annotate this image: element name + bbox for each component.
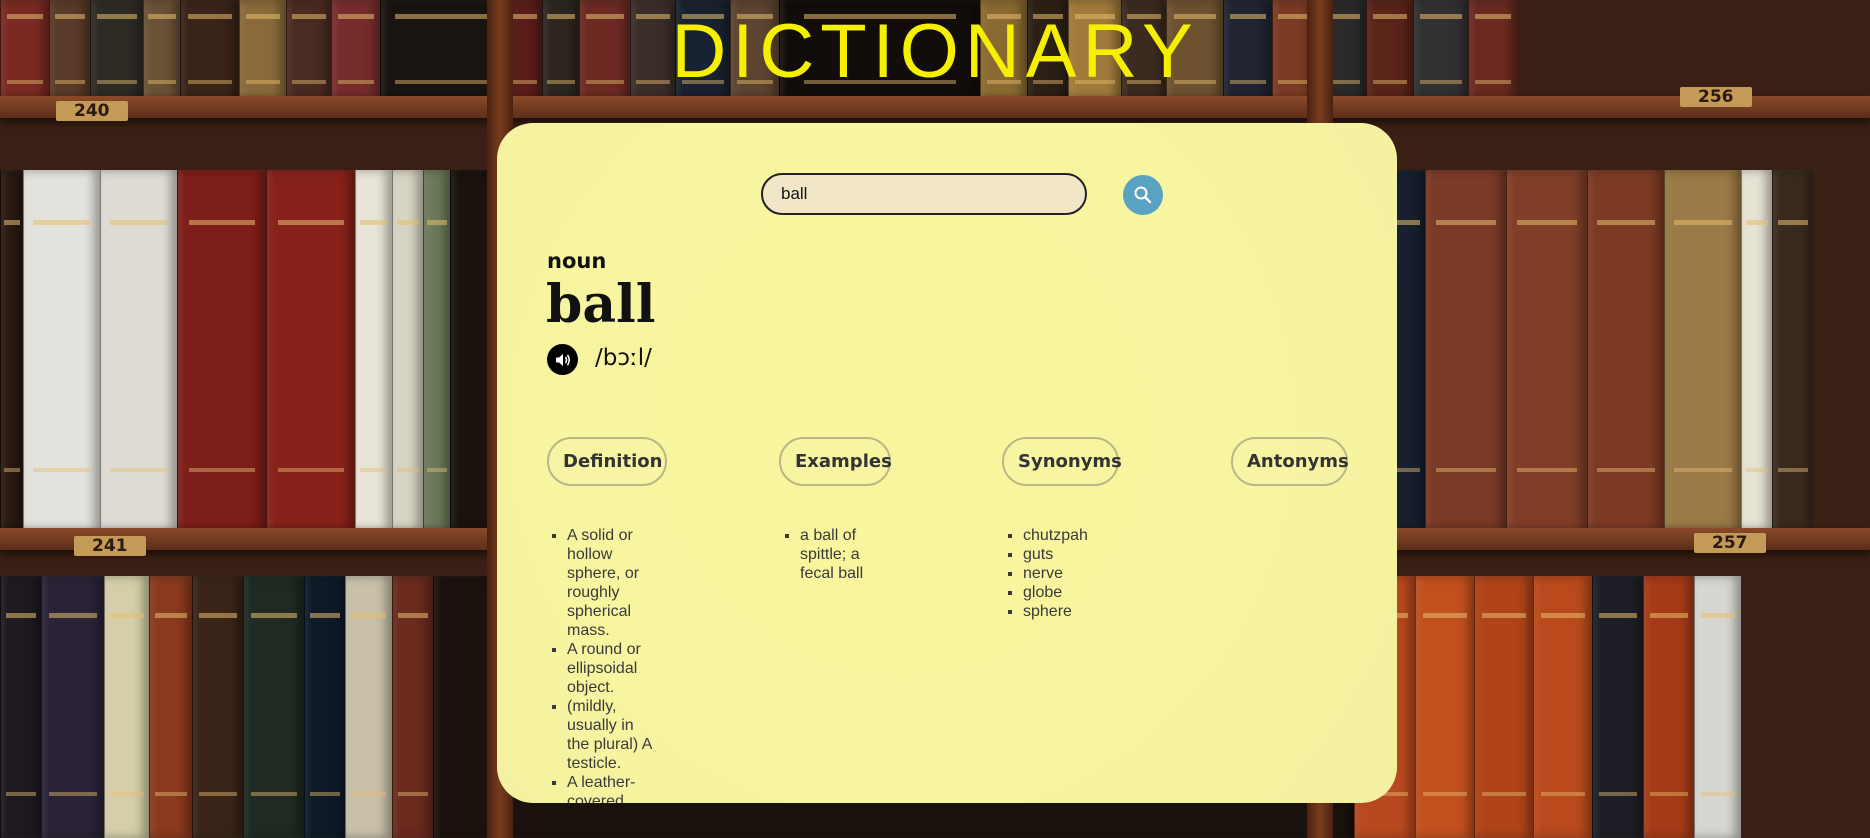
dictionary-card: noun ball /bɔːl/ Definition Examples Syn…	[497, 123, 1397, 803]
shelf-board-top	[0, 96, 1870, 118]
app-title: DICTIONARY	[671, 9, 1199, 94]
tab-examples[interactable]: Examples	[779, 437, 892, 486]
part-of-speech: noun	[547, 249, 607, 273]
phonetic-text: /bɔːl/	[595, 345, 652, 371]
shelf-label: 241	[74, 536, 146, 556]
list-item: a ball of spittle; a fecal ball	[800, 526, 888, 583]
synonyms-list: chutzpah guts nerve globe sphere	[1003, 526, 1143, 621]
list-item: chutzpah	[1023, 526, 1143, 545]
tab-definition[interactable]: Definition	[547, 437, 667, 486]
list-item: globe	[1023, 583, 1143, 602]
list-item: A leather-covered	[567, 773, 659, 803]
search-button[interactable]	[1123, 175, 1163, 215]
list-item: A solid or hollow sphere, or roughly sph…	[567, 526, 659, 640]
shelf-label: 257	[1694, 533, 1766, 553]
list-item: A round or ellipsoidal object.	[567, 640, 659, 697]
list-item: guts	[1023, 545, 1143, 564]
search-icon	[1134, 186, 1152, 204]
list-item: nerve	[1023, 564, 1143, 583]
examples-list: a ball of spittle; a fecal ball	[780, 526, 888, 583]
headword: ball	[546, 274, 656, 335]
play-pronunciation-button[interactable]	[547, 344, 578, 375]
list-item: sphere	[1023, 602, 1143, 621]
list-item: (mildly, usually in the plural) A testic…	[567, 697, 659, 773]
speaker-icon	[555, 353, 570, 366]
shelf-label: 240	[56, 101, 128, 121]
tab-synonyms[interactable]: Synonyms	[1002, 437, 1122, 486]
tab-antonyms[interactable]: Antonyms	[1231, 437, 1349, 486]
definition-list: A solid or hollow sphere, or roughly sph…	[547, 526, 659, 803]
search-input[interactable]	[761, 173, 1087, 215]
